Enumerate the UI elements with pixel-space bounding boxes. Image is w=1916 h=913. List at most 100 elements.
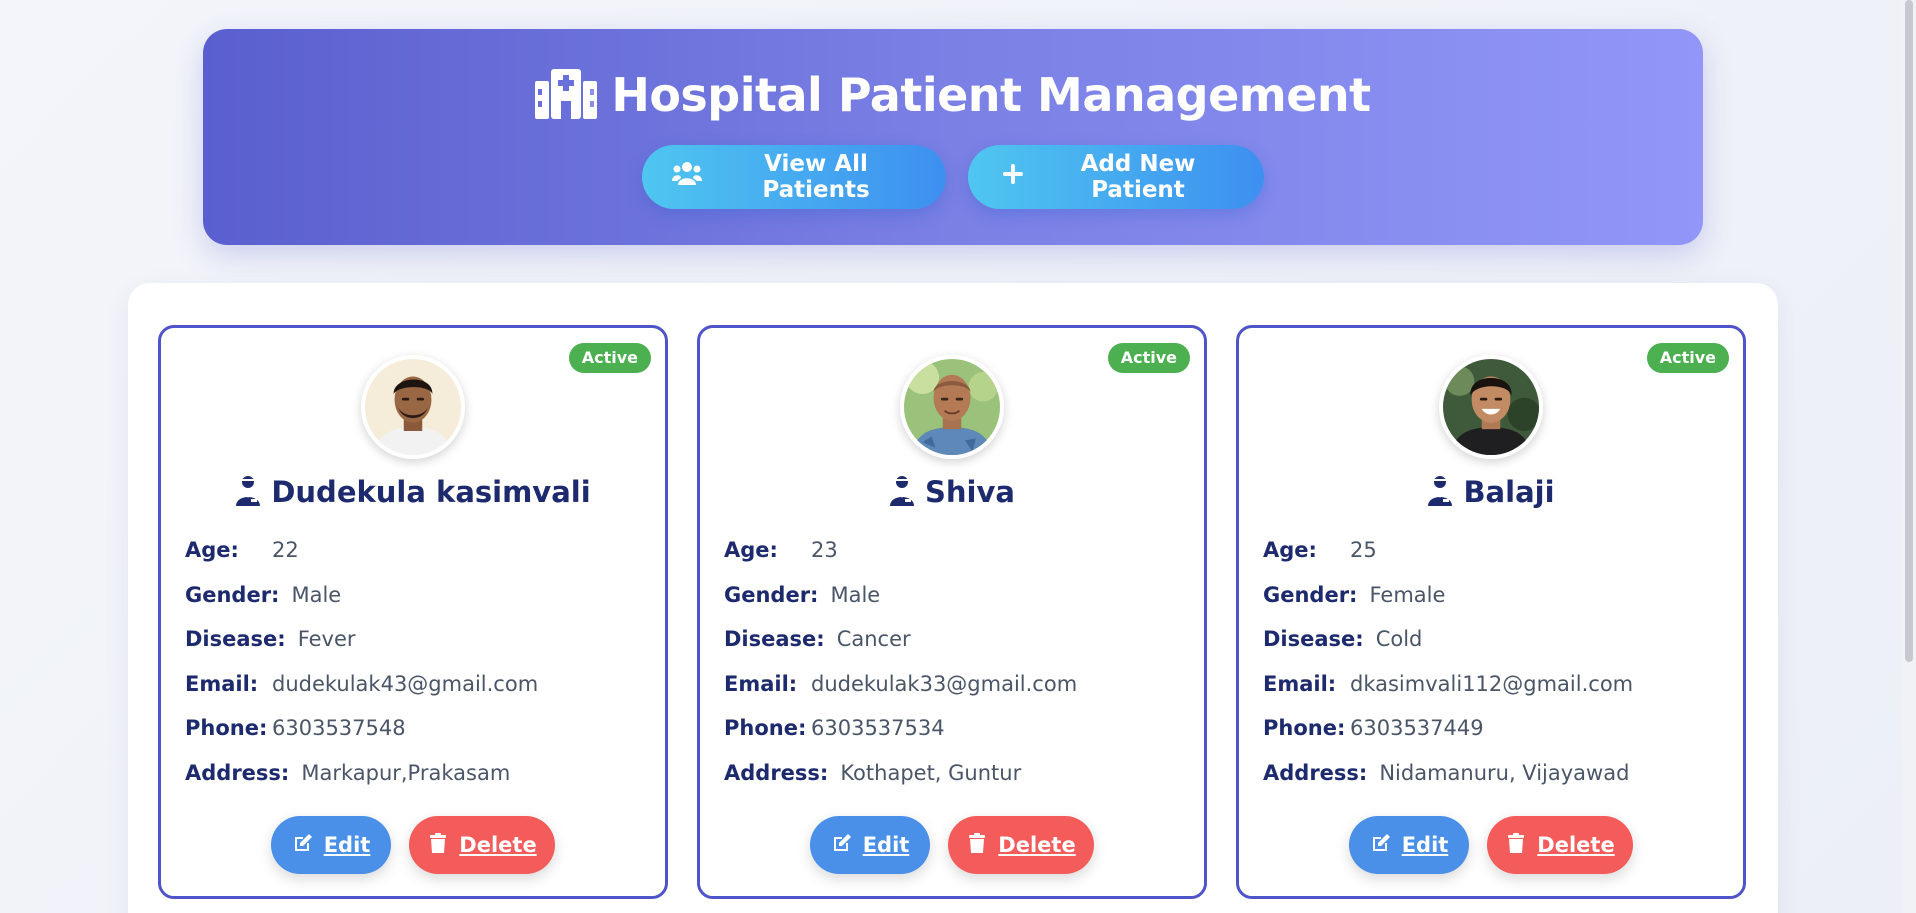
age-value: 25 [1350, 538, 1377, 563]
disease-row: Disease: Fever [185, 617, 645, 662]
status-badge: Active [1107, 343, 1190, 373]
edit-icon [831, 832, 853, 859]
patient-name: Shiva [925, 475, 1015, 509]
age-row: Age: 23 [724, 528, 1184, 573]
add-new-patient-button[interactable]: Add New Patient [968, 145, 1264, 209]
email-label: Email: [724, 671, 798, 696]
address-value: Markapur,Prakasam [301, 760, 511, 785]
disease-value: Cancer [836, 627, 911, 652]
patient-name: Balaji [1463, 475, 1555, 509]
edit-label: Edit [862, 833, 910, 857]
age-label: Age: [724, 538, 778, 563]
email-value: dkasimvali112@gmail.com [1350, 671, 1634, 696]
address-value: Nidamanuru, Vijayawad [1379, 760, 1630, 785]
avatar [1439, 355, 1543, 459]
delete-button[interactable]: Delete [948, 816, 1094, 874]
edit-button[interactable]: Edit [271, 816, 391, 874]
gender-label: Gender: [1263, 582, 1358, 607]
age-label: Age: [1263, 538, 1317, 563]
address-label: Address: [1263, 760, 1368, 785]
disease-label: Disease: [185, 627, 286, 652]
phone-label: Phone: [185, 716, 268, 741]
status-badge: Active [568, 343, 651, 373]
phone-value: 6303537449 [1350, 716, 1484, 741]
age-row: Age: 22 [185, 528, 645, 573]
gender-value: Male [291, 582, 342, 607]
add-new-patient-label: Add New Patient [1080, 151, 1196, 203]
address-value: Kothapet, Guntur [840, 760, 1022, 785]
hospital-icon [535, 67, 598, 123]
view-all-patients-label: View All Patients [762, 151, 870, 203]
phone-label: Phone: [1263, 716, 1346, 741]
age-value: 23 [811, 538, 838, 563]
patient-card: Active [1236, 325, 1746, 899]
age-value: 22 [272, 538, 299, 563]
users-icon [672, 161, 702, 193]
email-label: Email: [185, 671, 259, 696]
view-all-patients-button[interactable]: View All Patients [642, 145, 946, 209]
gender-row: Gender: Male [185, 573, 645, 618]
edit-button[interactable]: Edit [810, 816, 930, 874]
gender-label: Gender: [724, 582, 819, 607]
delete-button[interactable]: Delete [409, 816, 555, 874]
gender-label: Gender: [185, 582, 280, 607]
phone-value: 6303537534 [811, 716, 945, 741]
patient-details: Age: 23 Gender: Male Disease: Cancer Ema… [724, 528, 1184, 795]
patient-name-row: Dudekula kasimvali [161, 474, 665, 510]
delete-label: Delete [1537, 833, 1615, 857]
patient-name-row: Shiva [700, 474, 1204, 510]
email-row: Email: dudekulak33@gmail.com [724, 662, 1184, 707]
address-label: Address: [724, 760, 829, 785]
address-row: Address: Nidamanuru, Vijayawad [1263, 751, 1723, 796]
phone-label: Phone: [724, 716, 807, 741]
address-row: Address: Kothapet, Guntur [724, 751, 1184, 796]
edit-icon [1370, 832, 1392, 859]
patient-card: Active [697, 325, 1207, 899]
phone-row: Phone: 6303537449 [1263, 706, 1723, 751]
disease-row: Disease: Cold [1263, 617, 1723, 662]
scrollbar-thumb[interactable] [1905, 0, 1913, 662]
patient-icon [889, 474, 915, 510]
disease-value: Cold [1375, 627, 1423, 652]
header-actions: View All Patients Add New Patient [203, 145, 1703, 209]
patient-name: Dudekula kasimvali [271, 475, 591, 509]
delete-label: Delete [459, 833, 537, 857]
trash-icon [1505, 832, 1527, 859]
phone-row: Phone: 6303537534 [724, 706, 1184, 751]
plus-icon [998, 161, 1028, 193]
avatar [900, 355, 1004, 459]
disease-row: Disease: Cancer [724, 617, 1184, 662]
email-label: Email: [1263, 671, 1337, 696]
app-header: Hospital Patient Management View All Pat… [203, 29, 1703, 245]
scrollbar-track[interactable] [1902, 0, 1916, 913]
address-row: Address: Markapur,Prakasam [185, 751, 645, 796]
delete-button[interactable]: Delete [1487, 816, 1633, 874]
edit-label: Edit [1401, 833, 1449, 857]
email-value: dudekulak43@gmail.com [272, 671, 539, 696]
delete-label: Delete [998, 833, 1076, 857]
trash-icon [966, 832, 988, 859]
email-row: Email: dudekulak43@gmail.com [185, 662, 645, 707]
phone-row: Phone: 6303537548 [185, 706, 645, 751]
phone-value: 6303537548 [272, 716, 406, 741]
gender-row: Gender: Female [1263, 573, 1723, 618]
card-actions: Edit Delete [161, 816, 665, 874]
disease-label: Disease: [724, 627, 825, 652]
card-actions: Edit Delete [700, 816, 1204, 874]
patient-icon [235, 474, 261, 510]
patient-details: Age: 22 Gender: Male Disease: Fever Emai… [185, 528, 645, 795]
avatar [361, 355, 465, 459]
card-actions: Edit Delete [1239, 816, 1743, 874]
address-label: Address: [185, 760, 290, 785]
edit-button[interactable]: Edit [1349, 816, 1469, 874]
page-title: Hospital Patient Management [611, 68, 1371, 122]
email-row: Email: dkasimvali112@gmail.com [1263, 662, 1723, 707]
disease-label: Disease: [1263, 627, 1364, 652]
disease-value: Fever [297, 627, 356, 652]
page: Hospital Patient Management View All Pat… [0, 0, 1916, 913]
patient-icon [1427, 474, 1453, 510]
gender-row: Gender: Male [724, 573, 1184, 618]
header-title-row: Hospital Patient Management [203, 67, 1703, 123]
patient-details: Age: 25 Gender: Female Disease: Cold Ema… [1263, 528, 1723, 795]
edit-icon [292, 832, 314, 859]
